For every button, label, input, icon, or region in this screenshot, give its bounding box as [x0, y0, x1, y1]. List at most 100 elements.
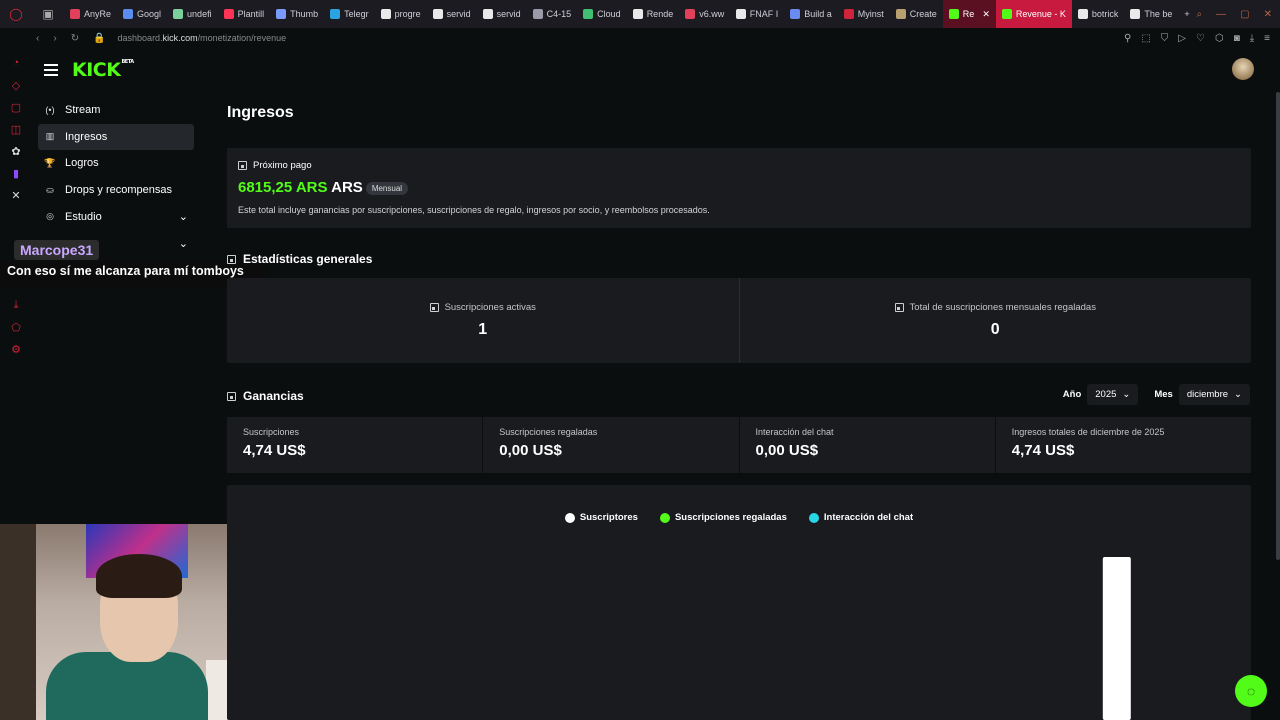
- url-field[interactable]: dashboard.kick.com/monetization/revenue: [118, 33, 287, 43]
- browser-tab[interactable]: Plantill: [218, 0, 271, 28]
- chat-overlay-username: Marcope31: [14, 240, 100, 260]
- crypto-wallet-icon[interactable]: ◇: [9, 78, 23, 92]
- tab-favicon-icon: [432, 9, 443, 19]
- play-icon[interactable]: ▷: [1178, 33, 1186, 44]
- chevron-down-icon[interactable]: ⌄: [179, 210, 188, 223]
- browser-tab[interactable]: undefi: [167, 0, 218, 28]
- tab-label: undefi: [187, 9, 212, 19]
- sidebar-item-drops-y-recompensas[interactable]: ⛀ Drops y recompensas: [38, 177, 194, 203]
- aria-icon[interactable]: ◔: [9, 56, 23, 70]
- browser-tab[interactable]: Build a: [784, 0, 838, 28]
- reload-icon[interactable]: ↻: [71, 33, 79, 44]
- opera-logo-icon[interactable]: ◯: [0, 0, 32, 28]
- browser-tab[interactable]: Cloud: [577, 0, 627, 28]
- download-icon[interactable]: ⤓: [1250, 33, 1254, 44]
- legend-label: Interacción del chat: [823, 512, 914, 523]
- tab-favicon-icon: [276, 9, 287, 19]
- new-tab-button[interactable]: +: [1178, 0, 1195, 28]
- browser-tab[interactable]: FNAF I: [730, 0, 784, 28]
- extensions-sidebar-icon[interactable]: ⬠: [9, 320, 23, 334]
- legend-item[interactable]: Interacción del chat: [808, 512, 914, 523]
- maximize-icon[interactable]: ▢: [1240, 9, 1249, 20]
- menu-toggle-icon[interactable]: [44, 64, 58, 76]
- close-tab-icon[interactable]: ✕: [982, 9, 990, 20]
- sidebar-item-estudio[interactable]: ◎ Estudio ⌄: [38, 204, 194, 230]
- beta-badge: BETA: [121, 59, 134, 65]
- instagram-icon[interactable]: ◫: [9, 122, 23, 136]
- browser-tab[interactable]: C4-15: [527, 0, 578, 28]
- earnings-summary-row: Suscripciones 4,74 US$ Suscripciones regal…: [227, 417, 1251, 473]
- browser-tab[interactable]: AnyRe: [64, 0, 117, 28]
- chevron-down-icon[interactable]: ⌄: [179, 237, 188, 250]
- browser-tab[interactable]: Rende: [627, 0, 680, 28]
- tab-label: C4-15: [546, 9, 572, 19]
- next-payout-card: Próximo pago 6815,25 ARS ARS Mensual Este…: [227, 148, 1251, 228]
- legend-item[interactable]: Suscriptores: [564, 512, 638, 523]
- browser-tab[interactable]: progre: [375, 0, 427, 28]
- support-chat-button[interactable]: ◌: [1235, 675, 1267, 707]
- minimize-icon[interactable]: —: [1216, 9, 1226, 20]
- kick-logo[interactable]: KICKBETA: [72, 59, 134, 81]
- page-scrollbar[interactable]: [1276, 92, 1280, 560]
- messenger-icon[interactable]: ▢: [9, 100, 23, 114]
- browser-tab[interactable]: Revenue - K: [995, 0, 1072, 28]
- browser-tab[interactable]: Myinst: [838, 0, 890, 28]
- browser-tab[interactable]: The be: [1124, 0, 1178, 28]
- extensions-icon[interactable]: ⬡: [1215, 33, 1224, 44]
- sidebar-item-label: Ingresos: [65, 130, 108, 143]
- stat-tile: Total de suscripciones mensuales regalad…: [738, 278, 1252, 363]
- stat-icon: [429, 303, 439, 312]
- forward-icon[interactable]: ›: [53, 33, 56, 44]
- tab-label: Cloud: [597, 9, 621, 19]
- sidebar-item-label: Drops y recompensas: [65, 184, 172, 197]
- heart-icon[interactable]: ♡: [1196, 33, 1205, 44]
- browser-tab[interactable]: Re ✕: [942, 0, 996, 28]
- browser-tab[interactable]: Thumb: [270, 0, 324, 28]
- user-avatar[interactable]: [1232, 58, 1254, 80]
- stat-label: Total de suscripciones mensuales regalad…: [909, 302, 1096, 313]
- payout-frequency-badge: Mensual: [365, 181, 409, 195]
- trophy-icon: 🏆: [44, 157, 56, 168]
- browser-tab[interactable]: botrick: [1072, 0, 1125, 28]
- tab-label: AnyRe: [84, 9, 112, 19]
- earnings-tile-value: 4,74 US$: [243, 442, 306, 459]
- snapshot-icon[interactable]: ⬚: [1141, 33, 1150, 44]
- browser-tab[interactable]: Telegr: [324, 0, 375, 28]
- month-select[interactable]: diciembre ⌄: [1178, 384, 1250, 405]
- shield-icon[interactable]: ⛉: [1161, 33, 1169, 44]
- browser-tab[interactable]: servid: [427, 0, 477, 28]
- tab-label: servid: [446, 9, 471, 19]
- earnings-tile-value: 0,00 US$: [755, 442, 819, 459]
- stat-icon: [894, 303, 904, 312]
- browser-tab[interactable]: Googl: [117, 0, 167, 28]
- browser-tab[interactable]: v6.ww: [679, 0, 730, 28]
- legend-item[interactable]: Suscripciones regaladas: [659, 512, 787, 523]
- sidebar-item-label: Logros: [65, 157, 99, 170]
- sidebar-item-stream[interactable]: (•) Stream: [38, 97, 194, 123]
- year-select[interactable]: 2025 ⌄: [1087, 384, 1139, 405]
- sidebar-item-logros[interactable]: 🏆 Logros: [38, 150, 194, 176]
- twitch-icon[interactable]: ▮: [9, 166, 23, 180]
- profile-avatar-icon[interactable]: ◙: [1234, 33, 1240, 44]
- search-tabs-icon[interactable]: ⌕: [1197, 9, 1203, 20]
- sidebar-item-label: Estudio: [65, 210, 102, 223]
- workspaces-icon[interactable]: ▣: [32, 0, 64, 28]
- sidebar-item-ingresos[interactable]: ▥ Ingresos: [38, 123, 194, 150]
- pin-icon[interactable]: ⚲: [1124, 33, 1131, 44]
- chart-bar[interactable]: [1102, 557, 1131, 720]
- earnings-chart: [1102, 557, 1131, 720]
- chatgpt-icon[interactable]: ✿: [9, 144, 23, 158]
- history-icon[interactable]: ⤓: [9, 298, 23, 312]
- menu-icon[interactable]: ≡: [1264, 33, 1270, 44]
- window-controls: ⌕ — ▢ ✕: [1197, 0, 1272, 28]
- earnings-tile: Suscripciones 4,74 US$: [227, 417, 483, 473]
- browser-tab[interactable]: Create: [890, 0, 943, 28]
- chevron-down-icon: ⌄: [1122, 389, 1131, 400]
- tab-label: botrick: [1091, 9, 1119, 19]
- back-icon[interactable]: ‹: [36, 33, 39, 44]
- close-window-icon[interactable]: ✕: [1264, 9, 1272, 20]
- tab-favicon-icon: [1130, 9, 1141, 19]
- browser-tab[interactable]: servid: [477, 0, 527, 28]
- x-icon[interactable]: ✕: [9, 188, 23, 202]
- settings-icon[interactable]: ⚙: [9, 342, 23, 356]
